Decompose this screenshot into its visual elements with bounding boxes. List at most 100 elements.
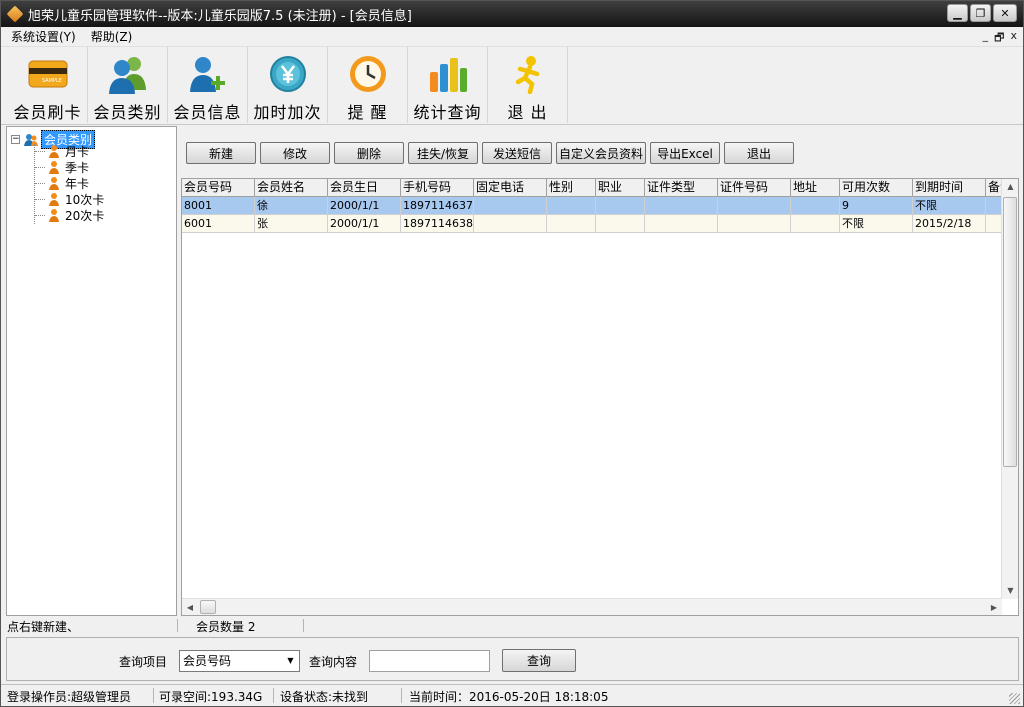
minimize-button[interactable]: ▁ — [947, 4, 968, 22]
close-button[interactable]: ✕ — [993, 4, 1017, 22]
resize-grip-icon[interactable] — [1009, 693, 1020, 704]
device-status: 设备状态:未找到 — [280, 690, 369, 704]
table-cell: 6001 — [182, 215, 255, 232]
folder-users-icon — [24, 133, 38, 147]
scroll-down-icon[interactable]: ▼ — [1002, 583, 1018, 599]
column-header[interactable]: 会员姓名 — [255, 179, 328, 196]
search-field-select[interactable]: 会员号码 ▼ — [179, 650, 300, 672]
card-icon: SAMPLE — [26, 53, 70, 95]
mdi-close-button[interactable]: x — [1010, 29, 1017, 48]
bar-chart-icon — [426, 53, 470, 95]
search-button[interactable]: 查询 — [502, 649, 576, 672]
table-cell: 2015/2/18 — [913, 215, 986, 232]
mdi-restore-button[interactable]: 🗗 — [994, 29, 1004, 48]
tree-item-20-times[interactable]: 20次卡 — [47, 207, 104, 223]
tree-item-yearly[interactable]: 年卡 — [47, 175, 89, 191]
category-tree[interactable]: − 会员类别 月卡 季卡 年卡 10次卡 20次卡 — [6, 126, 177, 616]
scroll-up-icon[interactable]: ▲ — [1002, 179, 1018, 195]
status-bar: 登录操作员:超级管理员 可录空间:193.34G 设备状态:未找到 当前时间：2… — [1, 684, 1023, 706]
export-excel-button[interactable]: 导出Excel — [650, 142, 720, 164]
exit-button[interactable]: 退出 — [724, 142, 794, 164]
scroll-left-icon[interactable]: ◀ — [182, 599, 198, 615]
toolbar-member-category[interactable]: 会员类别 — [88, 47, 168, 123]
toolbar-statistics[interactable]: 统计查询 — [408, 47, 488, 123]
search-panel: 查询项目 会员号码 ▼ 查询内容 查询 — [6, 637, 1019, 681]
menu-system-settings[interactable]: 系统设置(Y) — [6, 28, 81, 45]
chevron-down-icon[interactable]: ▼ — [282, 651, 299, 671]
table-row[interactable]: 8001 徐 2000/1/1 18971146371 9 不限 — [182, 197, 1018, 215]
operator-status: 登录操作员:超级管理员 — [7, 690, 132, 704]
send-sms-button[interactable]: 发送短信 — [482, 142, 552, 164]
tree-item-label: 20次卡 — [65, 208, 105, 223]
divider — [303, 619, 304, 632]
tree-item-quarterly[interactable]: 季卡 — [47, 159, 89, 175]
tree-item-monthly[interactable]: 月卡 — [47, 143, 89, 159]
app-window: 旭荣儿童乐园管理软件--版本:儿童乐园版7.5 (未注册) - [会员信息] ▁… — [0, 0, 1024, 707]
users-icon — [106, 53, 150, 95]
toolbar-label: 会员类别 — [93, 103, 162, 122]
column-header[interactable]: 性别 — [547, 179, 596, 196]
toolbar-member-info[interactable]: 会员信息 — [168, 47, 248, 123]
table-cell: 8001 — [182, 197, 255, 214]
column-header[interactable]: 证件号码 — [718, 179, 791, 196]
search-content-input[interactable] — [369, 650, 490, 672]
search-field-value: 会员号码 — [183, 654, 232, 668]
tree-collapse-toggle[interactable]: − — [11, 135, 20, 144]
column-header[interactable]: 手机号码 — [401, 179, 474, 196]
toolbar-label: 会员信息 — [173, 103, 242, 122]
report-loss-button[interactable]: 挂失/恢复 — [408, 142, 478, 164]
table-row[interactable]: 6001 张 2000/1/1 18971146381 不限 2015/2/18 — [182, 215, 1018, 233]
person-icon — [47, 176, 61, 190]
divider — [177, 619, 178, 632]
column-header[interactable]: 可用次数 — [840, 179, 913, 196]
table-cell: 不限 — [913, 197, 986, 214]
column-header[interactable]: 到期时间 — [913, 179, 986, 196]
tree-item-10-times[interactable]: 10次卡 — [47, 191, 104, 207]
column-header[interactable]: 证件类型 — [645, 179, 718, 196]
tree-hint-text: 点右键新建、 — [7, 620, 80, 634]
menu-help[interactable]: 帮助(Z) — [86, 28, 138, 45]
delete-button[interactable]: 删除 — [334, 142, 404, 164]
toolbar-reminder[interactable]: 提 醒 — [328, 47, 408, 123]
tree-item-label: 年卡 — [65, 176, 90, 191]
horizontal-scrollbar[interactable]: ◀ ▶ — [182, 598, 1002, 615]
horizontal-scroll-thumb[interactable] — [200, 600, 216, 614]
tree-item-label: 月卡 — [65, 144, 90, 159]
table-cell: 2000/1/1 — [328, 197, 401, 214]
column-header[interactable]: 会员生日 — [328, 179, 401, 196]
table-cell: 18971146371 — [403, 197, 474, 214]
mdi-minimize-button[interactable]: _ — [983, 29, 989, 48]
toolbar-member-swipe[interactable]: SAMPLE 会员刷卡 — [8, 47, 88, 123]
toolbar-label: 统计查询 — [413, 103, 482, 122]
tree-connector — [35, 199, 45, 200]
title-bar[interactable]: 旭荣儿童乐园管理软件--版本:儿童乐园版7.5 (未注册) - [会员信息] ▁… — [1, 1, 1023, 27]
storage-status: 可录空间:193.34G — [159, 690, 263, 704]
divider — [153, 688, 154, 703]
column-header[interactable]: 职业 — [596, 179, 645, 196]
toolbar-label: 退 出 — [507, 103, 548, 122]
card-sample-text: SAMPLE — [42, 78, 62, 84]
vertical-scrollbar[interactable]: ▲ ▼ — [1001, 179, 1018, 599]
custom-fields-button[interactable]: 自定义会员资料 — [556, 142, 646, 164]
table-cell — [547, 215, 596, 232]
scroll-right-icon[interactable]: ▶ — [986, 599, 1002, 615]
column-header[interactable]: 会员号码 — [182, 179, 255, 196]
column-header[interactable]: 固定电话 — [474, 179, 547, 196]
table-cell — [596, 197, 645, 214]
window-controls: ▁ ❐ ✕ — [947, 4, 1017, 22]
column-header[interactable]: 地址 — [791, 179, 840, 196]
member-panel: 新建 修改 删除 挂失/恢复 发送短信 自定义会员资料 导出Excel 退出 会… — [180, 126, 1019, 616]
toolbar-add-time[interactable]: 加时加次 — [248, 47, 328, 123]
table-cell — [791, 215, 840, 232]
divider — [401, 688, 402, 703]
new-button[interactable]: 新建 — [186, 142, 256, 164]
main-toolbar: SAMPLE 会员刷卡 会员类别 会员信息 加时加次 提 醒 统计查询 退 出 — [1, 47, 1023, 125]
vertical-scroll-thumb[interactable] — [1003, 197, 1017, 467]
toolbar-exit[interactable]: 退 出 — [488, 47, 568, 123]
search-field-label: 查询项目 — [119, 655, 168, 669]
member-table[interactable]: 会员号码 会员姓名 会员生日 手机号码 固定电话 性别 职业 证件类型 证件号码… — [181, 178, 1019, 616]
table-cell: 张 — [255, 215, 328, 232]
edit-button[interactable]: 修改 — [260, 142, 330, 164]
maximize-button[interactable]: ❐ — [970, 4, 991, 22]
clock-icon — [346, 53, 390, 95]
